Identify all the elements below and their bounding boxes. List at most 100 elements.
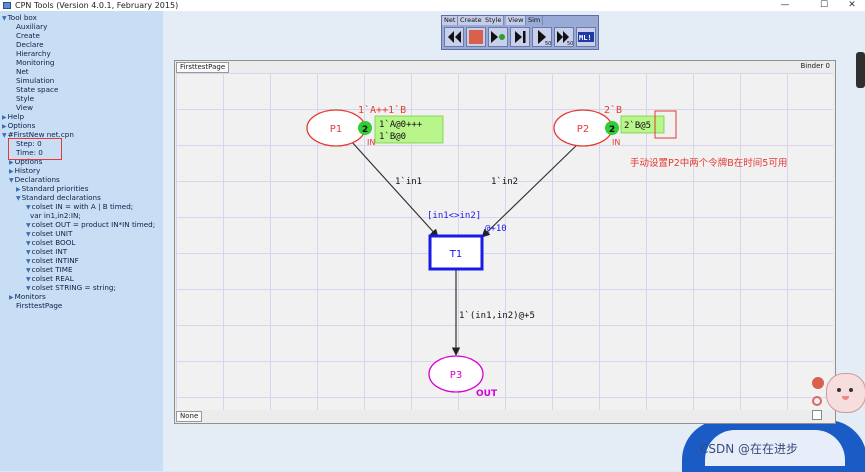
p2-initial-marking: 2`B	[604, 104, 622, 116]
transition-delay: @+10	[485, 224, 507, 234]
sidebar-item-label: colset TIME	[31, 265, 73, 274]
sidebar-item-label: colset STRING = string;	[31, 283, 116, 292]
arc-p2-t1[interactable]	[481, 140, 582, 238]
maximize-button[interactable]: ☐	[811, 0, 837, 11]
collapsed-triangle-icon[interactable]: ▶	[9, 168, 14, 175]
close-button[interactable]: ✕	[839, 0, 865, 11]
minimize-button[interactable]: —	[772, 0, 798, 11]
sidebar-item[interactable]: Simulation	[16, 76, 54, 85]
ml-evaluate-icon[interactable]: ML!	[576, 27, 596, 47]
arc-t1-p3-inscription: 1`(in1,in2)@+5	[459, 310, 535, 321]
rewind-icon[interactable]	[444, 27, 464, 47]
close-circle-icon[interactable]	[812, 377, 824, 389]
sidebar-item-label: Standard declarations	[21, 193, 101, 202]
binder-footer: None	[176, 411, 203, 422]
p2-token-count: 2	[609, 125, 615, 135]
expanded-triangle-icon[interactable]: ▼	[26, 240, 31, 247]
collapsed-triangle-icon[interactable]: ▶	[2, 114, 7, 121]
p1-colorset-tag: IN	[367, 138, 375, 147]
next-step-icon[interactable]	[510, 27, 530, 47]
sidebar-item-label: colset OUT = product IN*IN timed;	[31, 220, 156, 229]
arc-p2-t1-inscription: 1`in2	[491, 176, 518, 187]
net-canvas[interactable]: P1 P2 P3 T1 1`A++1`B 2`B IN IN 2 1`A@0++…	[176, 73, 833, 410]
play-single-step-icon[interactable]	[488, 27, 508, 47]
expanded-triangle-icon[interactable]: ▼	[2, 132, 7, 139]
sidebar-item-label: Style	[16, 94, 35, 103]
p1-token-line-1: 1`A@0+++	[379, 119, 423, 130]
arc-p1-t1[interactable]	[350, 140, 439, 238]
app-icon	[3, 2, 11, 9]
expanded-triangle-icon[interactable]: ▼	[26, 267, 31, 274]
sidebar-item-label: Help	[7, 112, 25, 121]
expanded-triangle-icon[interactable]: ▼	[9, 177, 14, 184]
place-p2-name: P2	[577, 124, 589, 135]
collapsed-triangle-icon[interactable]: ▶	[9, 294, 14, 301]
sidebar-item[interactable]: Create	[16, 31, 40, 40]
sidebar-item-label: Standard priorities	[21, 184, 89, 193]
window-title: CPN Tools (Version 4.0.1, February 2015)	[15, 1, 179, 10]
sidebar-item[interactable]: Declare	[16, 40, 44, 49]
sidebar-item-label: Auxiliary	[16, 22, 48, 31]
palette-tab-view[interactable]: View	[506, 16, 527, 25]
binder-window: FirsttestPage Binder 0 P1 P2 P3 T1 1`A++…	[174, 60, 836, 424]
svg-text:50: 50	[545, 41, 551, 46]
sidebar-item[interactable]: State space	[16, 85, 58, 94]
palette-tab-sim[interactable]: Sim	[526, 16, 544, 25]
expanded-triangle-icon[interactable]: ▼	[26, 276, 31, 283]
sidebar-item-label: Create	[16, 31, 40, 40]
collapsed-triangle-icon[interactable]: ▶	[2, 123, 7, 130]
sidebar-item-label: FirsttestPage	[16, 301, 63, 310]
p2-token-line-1: 2`B@5	[624, 120, 651, 131]
fast-forward-icon[interactable]: 50	[554, 27, 574, 47]
place-p3-name: P3	[450, 370, 462, 381]
p3-port-tag: OUT	[476, 389, 498, 399]
palette-tab-net[interactable]: Net	[442, 16, 459, 25]
sidebar-item-label: Net	[16, 67, 29, 76]
page-tab-firsttestpage[interactable]: FirsttestPage	[176, 62, 230, 73]
petri-net-diagram: P1 P2 P3 T1 1`A++1`B 2`B IN IN 2 1`A@0++…	[306, 104, 787, 399]
p1-token-count: 2	[362, 125, 368, 135]
expanded-triangle-icon[interactable]: ▼	[26, 249, 31, 256]
sidebar-item-label: Tool box	[7, 13, 37, 22]
sidebar-item-label: colset BOOL	[31, 238, 76, 247]
sidebar-item[interactable]: Auxiliary	[16, 22, 47, 31]
sidebar-item-label: Monitors	[14, 292, 46, 301]
sidebar-item[interactable]: View	[16, 103, 33, 112]
p1-token-line-2: 1`B@0	[379, 131, 406, 142]
stop-icon[interactable]	[466, 27, 486, 47]
watermark: CSDN @在在进步	[700, 442, 799, 456]
sidebar-item-label: Options	[7, 121, 36, 130]
palette-tab-style[interactable]: Style	[483, 16, 505, 25]
sidebar-item-label: colset INT	[31, 247, 68, 256]
circle-icon[interactable]	[812, 396, 822, 406]
binder-label: Binder 0	[800, 62, 831, 70]
expanded-triangle-icon[interactable]: ▼	[26, 285, 31, 292]
expanded-triangle-icon[interactable]: ▼	[26, 231, 31, 238]
transition-t1-name: T1	[449, 249, 462, 260]
expanded-triangle-icon[interactable]: ▼	[26, 222, 31, 229]
palette-tab-create[interactable]: Create	[458, 16, 485, 25]
svg-text:50: 50	[567, 41, 573, 46]
sidebar-item-label: colset IN = with A | B timed;	[31, 202, 134, 211]
sidebar-item[interactable]: Hierarchy	[16, 49, 51, 58]
sidebar-item[interactable]: Monitoring	[16, 58, 54, 67]
star-icon[interactable]	[812, 410, 822, 420]
sidebar-item-label: colset UNIT	[31, 229, 73, 238]
collapsed-triangle-icon[interactable]: ▶	[16, 186, 21, 193]
play-icon[interactable]: 50	[532, 27, 552, 47]
expanded-triangle-icon[interactable]: ▼	[26, 204, 31, 211]
expanded-triangle-icon[interactable]: ▼	[16, 195, 21, 202]
sidebar-item[interactable]: FirsttestPage	[16, 301, 62, 310]
sidebar-item-label: View	[16, 103, 34, 112]
sidebar-item-label: State space	[16, 85, 59, 94]
expanded-triangle-icon[interactable]: ▼	[2, 15, 7, 22]
sidebar-item-label: Declarations	[14, 175, 60, 184]
sidebar-item[interactable]: Style	[16, 94, 34, 103]
transition-guard: [in1<>in2]	[427, 211, 481, 221]
collapsed-triangle-icon[interactable]: ▶	[9, 159, 14, 166]
scroll-handle[interactable]	[856, 52, 865, 88]
sidebar-item-label: colset REAL	[31, 274, 74, 283]
sidebar-item[interactable]: var in1,in2:IN;	[30, 211, 81, 220]
sidebar-item[interactable]: Net	[16, 67, 29, 76]
expanded-triangle-icon[interactable]: ▼	[26, 258, 31, 265]
